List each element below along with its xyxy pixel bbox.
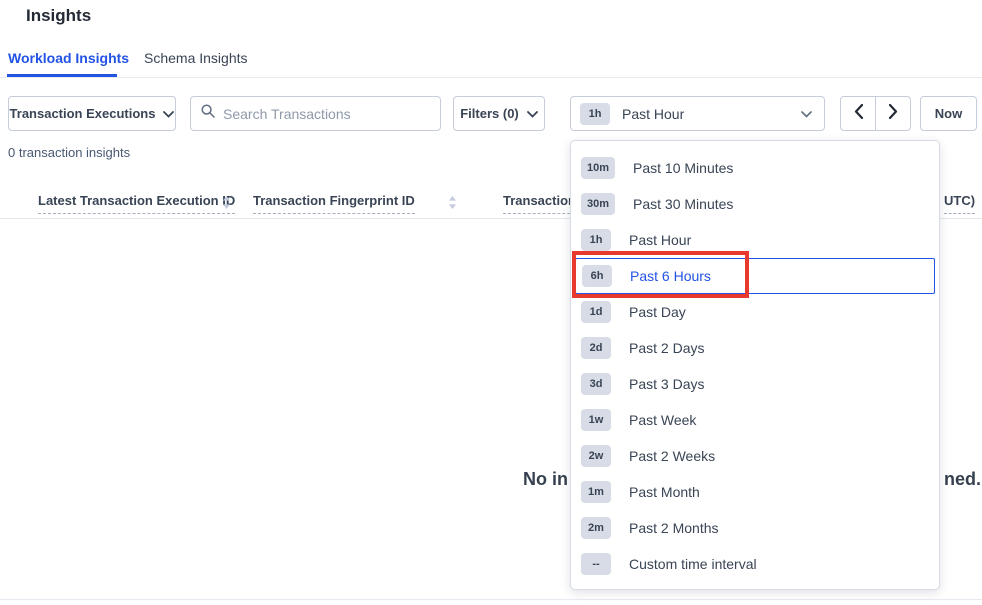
search-input[interactable] [223,106,430,122]
interval-label: Past Week [629,412,696,428]
interval-badge: -- [581,553,611,575]
column-header-transaction-fingerprint-id[interactable]: Transaction Fingerprint ID [253,193,415,214]
interval-label: Past Month [629,484,700,500]
chevron-down-icon [801,105,812,123]
next-interval-button[interactable] [876,97,910,130]
page-title: Insights [26,6,91,26]
menu-item-custom-time-interval[interactable]: -- Custom time interval [571,546,939,582]
time-interval-label: Past Hour [622,106,684,122]
interval-badge: 10m [581,157,615,179]
interval-label: Past 30 Minutes [633,196,733,212]
menu-item-past-10-minutes[interactable]: 10m Past 10 Minutes [571,150,939,186]
menu-item-past-3-days[interactable]: 3d Past 3 Days [571,366,939,402]
interval-badge: 6h [582,265,612,287]
chevron-left-icon [854,104,863,124]
search-box[interactable] [190,96,441,131]
interval-badge: 1m [581,481,611,503]
insights-page: Insights Workload Insights Schema Insigh… [0,0,982,605]
time-interval-badge: 1h [580,103,610,125]
sort-icon[interactable] [448,196,457,214]
interval-badge: 1w [581,409,611,431]
interval-badge: 2m [581,517,611,539]
interval-label: Past 3 Days [629,376,704,392]
interval-label: Past 2 Weeks [629,448,715,464]
entity-type-select-label: Transaction Executions [10,106,156,121]
empty-state-text-right: ned. [944,469,981,490]
sort-icon[interactable] [222,196,231,214]
menu-item-past-month[interactable]: 1m Past Month [571,474,939,510]
now-button-label: Now [935,106,962,121]
menu-item-past-30-minutes[interactable]: 30m Past 30 Minutes [571,186,939,222]
time-interval-dropdown-menu: 10m Past 10 Minutes 30m Past 30 Minutes … [570,140,940,590]
column-header-latest-transaction-execution-id[interactable]: Latest Transaction Execution ID [38,193,235,214]
interval-label: Past 10 Minutes [633,160,733,176]
column-header-utc[interactable]: UTC) [944,193,975,214]
tabs-divider [0,77,982,78]
tab-schema-insights[interactable]: Schema Insights [144,50,248,66]
interval-label: Custom time interval [629,556,757,572]
filters-button[interactable]: Filters (0) [453,96,545,131]
menu-item-past-2-months[interactable]: 2m Past 2 Months [571,510,939,546]
menu-item-past-hour[interactable]: 1h Past Hour [571,222,939,258]
filters-button-label: Filters (0) [460,106,519,121]
page-bottom-border [0,599,982,600]
interval-badge: 2w [581,445,611,467]
chevron-down-icon [527,106,538,121]
chevron-right-icon [889,104,898,124]
interval-badge: 2d [581,337,611,359]
previous-interval-button[interactable] [841,97,876,130]
menu-item-past-2-days[interactable]: 2d Past 2 Days [571,330,939,366]
tab-workload-insights[interactable]: Workload Insights [8,50,129,66]
now-button[interactable]: Now [920,96,977,131]
interval-badge: 3d [581,373,611,395]
empty-state-text-left: No in [523,469,568,490]
time-interval-select[interactable]: 1h Past Hour [570,96,825,131]
interval-label: Past Day [629,304,686,320]
interval-badge: 30m [581,193,615,215]
interval-label: Past Hour [629,232,691,248]
chevron-down-icon [163,106,174,121]
menu-item-past-week[interactable]: 1w Past Week [571,402,939,438]
menu-item-past-6-hours[interactable]: 6h Past 6 Hours [575,258,935,294]
search-icon [201,104,215,123]
interval-label: Past 6 Hours [630,268,711,284]
interval-label: Past 2 Days [629,340,704,356]
menu-item-past-day[interactable]: 1d Past Day [571,294,939,330]
entity-type-select[interactable]: Transaction Executions [8,96,176,131]
interval-badge: 1d [581,301,611,323]
insights-count: 0 transaction insights [8,145,130,160]
interval-arrow-group [840,96,911,131]
menu-item-past-2-weeks[interactable]: 2w Past 2 Weeks [571,438,939,474]
interval-badge: 1h [581,229,611,251]
interval-label: Past 2 Months [629,520,719,536]
